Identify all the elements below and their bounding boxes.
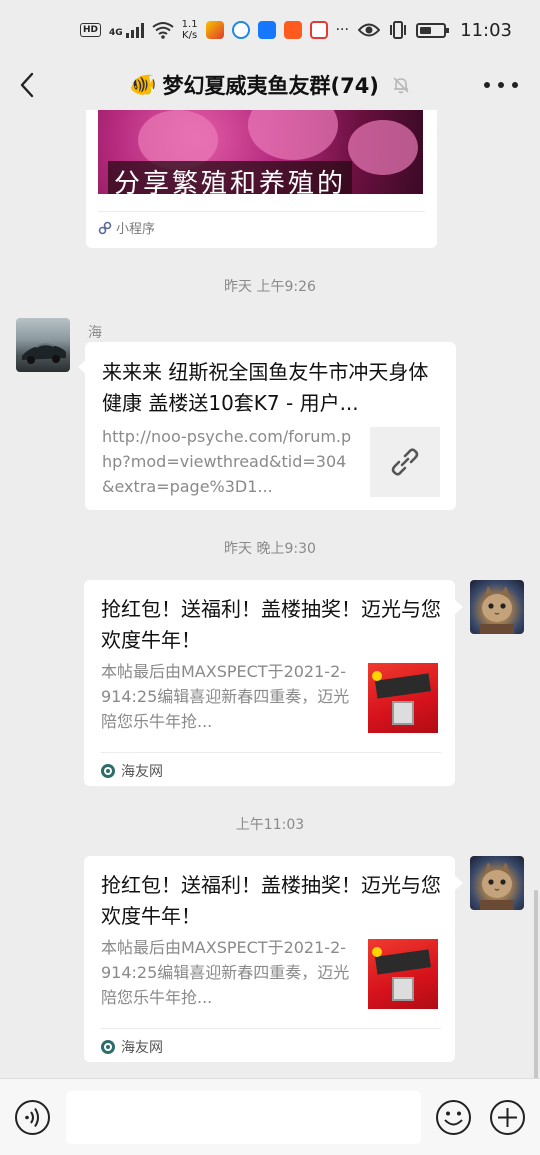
scrollbar[interactable] bbox=[534, 890, 538, 1078]
hd-indicator: HD bbox=[80, 23, 102, 37]
app-notification-icon bbox=[283, 21, 302, 39]
link-url: http://noo-psyche.com/forum.php?mod=view… bbox=[102, 427, 352, 496]
post-source: 海友网 bbox=[101, 752, 441, 781]
mini-program-image: 分享繁殖和养殖的 bbox=[98, 110, 423, 194]
timestamp: 昨天 晚上9:30 bbox=[224, 541, 316, 557]
more-notifications-indicator: ··· bbox=[335, 22, 349, 38]
network-speed: 1.1 K/s bbox=[182, 19, 198, 41]
network-type: 4G bbox=[109, 28, 123, 38]
mini-program-footer: 小程序 bbox=[98, 211, 425, 237]
link-share-card[interactable]: 来来来 纽斯祝全国鱼友牛市冲天身体健康 盖楼送10套K7 - 用户... htt… bbox=[85, 342, 456, 510]
app-notification-icon bbox=[309, 21, 328, 39]
eye-comfort-icon bbox=[358, 23, 381, 37]
status-right: 11:03 bbox=[358, 20, 512, 41]
post-description: 本帖最后由MAXSPECT于2021-2-914:25编辑喜迎新春四重奏，迈光陪… bbox=[101, 938, 350, 1007]
status-left: HD 4G 1.1 K/s ··· bbox=[80, 19, 349, 41]
post-share-card[interactable]: 抢红包！送福利！盖楼抽奖！迈光与您欢度牛年！ 本帖最后由MAXSPECT于202… bbox=[84, 580, 455, 786]
dot-icon bbox=[498, 82, 504, 88]
timestamp: 上午11:03 bbox=[235, 817, 305, 833]
fish-emoji: 🐠 bbox=[129, 72, 157, 98]
wifi-icon bbox=[152, 22, 174, 39]
app-notification-icon bbox=[231, 21, 250, 39]
emoji-button[interactable] bbox=[435, 1099, 472, 1136]
back-button[interactable] bbox=[14, 70, 44, 100]
post-source: 海友网 bbox=[101, 1028, 441, 1057]
link-icon bbox=[391, 448, 419, 476]
car-avatar-image bbox=[22, 343, 66, 364]
post-thumbnail bbox=[368, 663, 438, 733]
source-name: 海友网 bbox=[121, 764, 163, 780]
avatar[interactable] bbox=[470, 580, 524, 634]
mini-program-icon bbox=[98, 221, 112, 234]
dot-icon bbox=[484, 82, 490, 88]
clock: 11:03 bbox=[460, 19, 512, 41]
cat-avatar-image bbox=[480, 862, 514, 910]
more-options-button[interactable] bbox=[484, 70, 518, 100]
post-title: 抢红包！送福利！盖楼抽奖！迈光与您欢度牛年！ bbox=[101, 597, 441, 652]
avatar[interactable] bbox=[16, 318, 70, 372]
link-title: 来来来 纽斯祝全国鱼友牛市冲天身体健康 盖楼送10套K7 - 用户... bbox=[102, 360, 429, 415]
mute-bell-icon bbox=[393, 77, 409, 94]
chat-title-group: 🐠 梦幻夏威夷鱼友群(74) bbox=[129, 70, 411, 100]
message-input-bar bbox=[0, 1078, 540, 1155]
alipay-icon bbox=[257, 21, 276, 39]
more-functions-button[interactable] bbox=[489, 1099, 526, 1136]
mini-program-card[interactable]: 分享繁殖和养殖的 小程序 bbox=[86, 110, 437, 248]
voice-input-button[interactable] bbox=[14, 1099, 51, 1136]
post-thumbnail bbox=[368, 939, 438, 1009]
source-logo-icon bbox=[101, 764, 115, 778]
vibrate-icon bbox=[390, 21, 407, 39]
battery-icon bbox=[416, 22, 450, 38]
chat-header: 🐠 梦幻夏威夷鱼友群(74) bbox=[0, 60, 540, 110]
bubble-tail bbox=[455, 876, 463, 890]
mini-program-label: 小程序 bbox=[116, 222, 156, 237]
timestamp: 昨天 上午9:26 bbox=[224, 279, 316, 295]
avatar[interactable] bbox=[470, 856, 524, 910]
mini-program-caption: 分享繁殖和养殖的 bbox=[108, 161, 353, 194]
dot-icon bbox=[512, 82, 518, 88]
cat-avatar-image bbox=[480, 586, 514, 634]
post-share-card[interactable]: 抢红包！送福利！盖楼抽奖！迈光与您欢度牛年！ 本帖最后由MAXSPECT于202… bbox=[84, 856, 455, 1062]
post-description: 本帖最后由MAXSPECT于2021-2-914:25编辑喜迎新春四重奏，迈光陪… bbox=[101, 662, 350, 731]
post-title: 抢红包！送福利！盖楼抽奖！迈光与您欢度牛年！ bbox=[101, 873, 441, 928]
source-name: 海友网 bbox=[121, 1040, 163, 1056]
link-thumbnail bbox=[370, 427, 440, 497]
status-bar: HD 4G 1.1 K/s ··· 11:03 bbox=[0, 0, 540, 60]
network-speed-value: 1.1 bbox=[181, 19, 198, 30]
chat-message-list[interactable]: 分享繁殖和养殖的 小程序 昨天 上午9:26 海 来来来 纽斯祝全国鱼友牛市冲天… bbox=[0, 110, 540, 1078]
network-speed-unit: K/s bbox=[182, 30, 198, 41]
chat-title: 梦幻夏威夷鱼友群(74) bbox=[162, 74, 379, 98]
cell-signal-icon: 4G bbox=[109, 22, 144, 38]
message-text-input[interactable] bbox=[66, 1091, 421, 1144]
bubble-tail bbox=[455, 600, 463, 614]
sender-name: 海 bbox=[88, 325, 102, 341]
app-notification-icon bbox=[205, 21, 224, 39]
source-logo-icon bbox=[101, 1040, 115, 1054]
